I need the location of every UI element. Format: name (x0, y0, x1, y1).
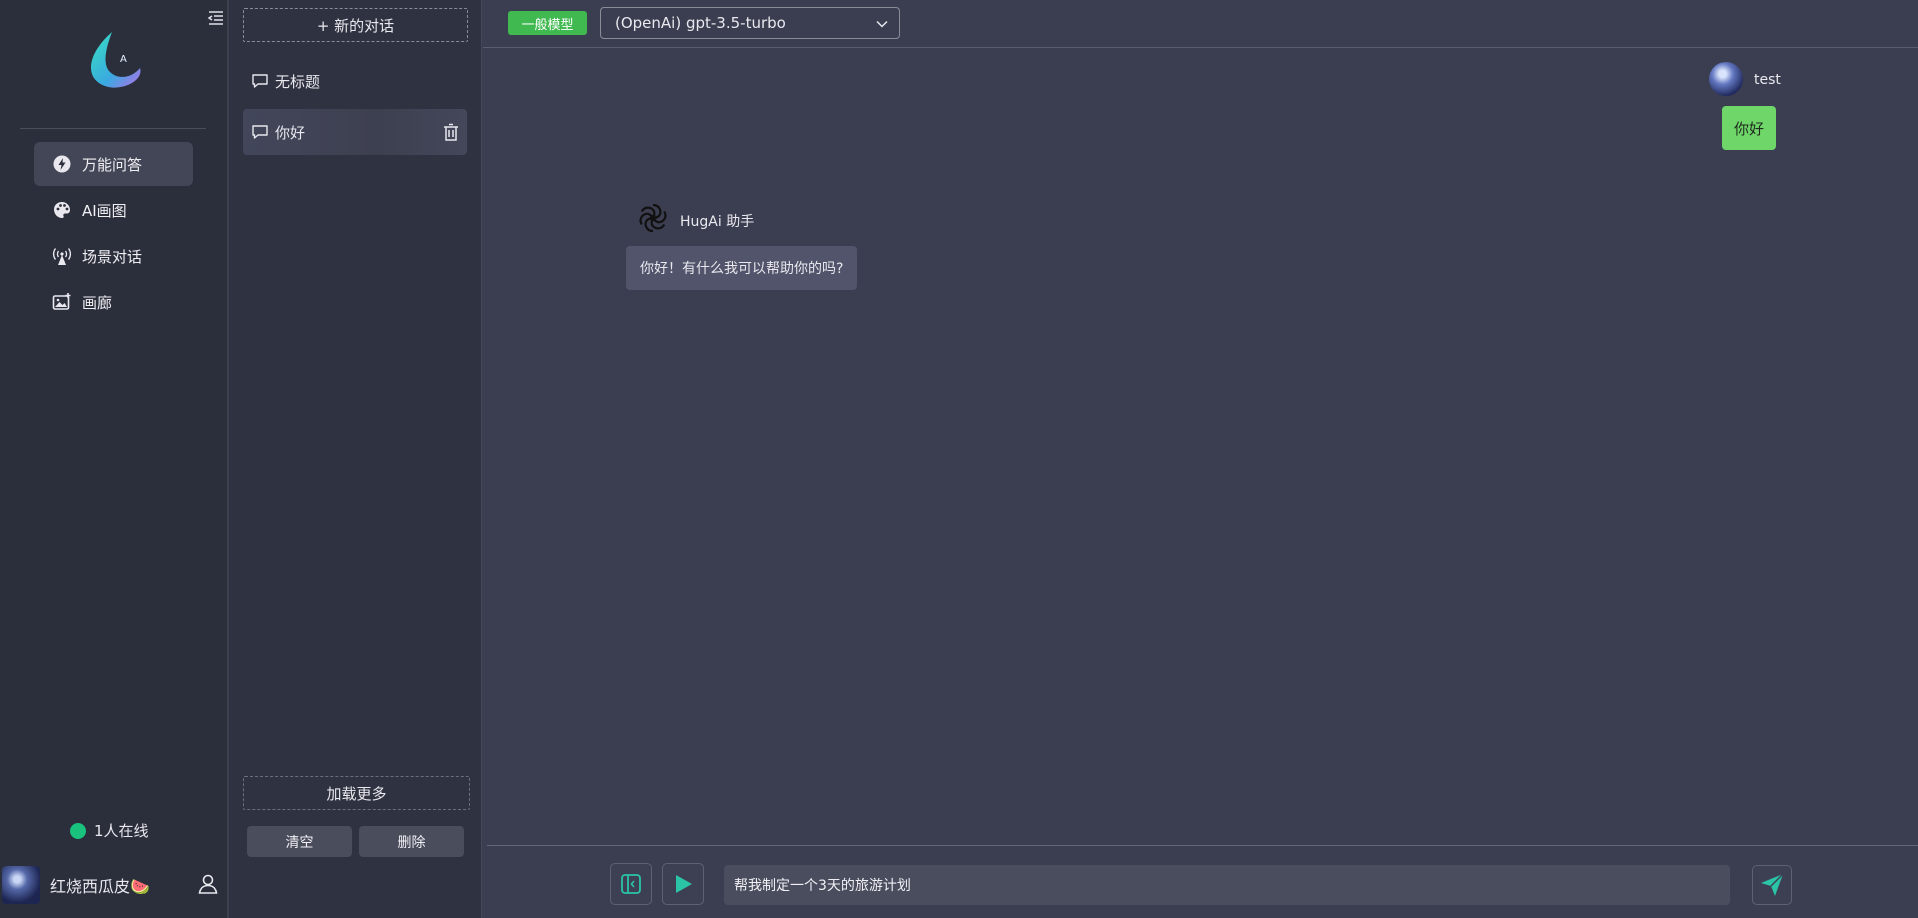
divider (20, 128, 206, 129)
online-status: 1人在线 (70, 820, 149, 841)
delete-button[interactable]: 删除 (359, 826, 464, 857)
conversation-title: 你好 (275, 123, 306, 142)
user-chat-avatar (1709, 62, 1743, 96)
message-author: test (1754, 72, 1781, 88)
online-dot-icon (70, 822, 86, 839)
toggle-sidebar-button[interactable] (610, 863, 652, 905)
divider (487, 845, 1918, 846)
nav-item-scene-chat[interactable]: 场景对话 (34, 234, 193, 278)
play-icon (676, 875, 692, 893)
nav-item-gallery[interactable]: 画廊 (34, 280, 193, 324)
openai-logo-icon (639, 203, 667, 233)
prompt-input[interactable]: 帮我制定一个3天的旅游计划 (724, 865, 1730, 905)
panel-toggle-icon (621, 874, 641, 894)
message-icon (252, 74, 268, 88)
conversation-item[interactable]: 无标题 (243, 58, 467, 104)
svg-text:A: A (120, 54, 127, 65)
model-select-value: (OpenAi) gpt-3.5-turbo (615, 14, 786, 32)
nav-item-label: 画廊 (82, 293, 113, 312)
continue-button[interactable] (662, 863, 704, 905)
avatar[interactable] (2, 866, 40, 904)
conversation-item[interactable]: 你好 (243, 109, 467, 155)
nav-item-label: 万能问答 (82, 155, 143, 174)
collapse-menu-icon[interactable] (206, 8, 226, 28)
model-type-badge[interactable]: 一般模型 (508, 11, 587, 35)
palette-icon (54, 202, 70, 218)
assistant-message-bubble: 你好！有什么我可以帮助你的吗? (626, 246, 858, 290)
nav-item-label: AI画图 (82, 201, 127, 220)
conversation-title: 无标题 (275, 72, 321, 91)
gallery-icon (52, 293, 71, 310)
broadcast-tower-icon (53, 248, 71, 265)
current-user: 红烧西瓜皮🍉 (0, 862, 228, 908)
nav-item-ai-drawing[interactable]: AI画图 (34, 188, 193, 232)
user-name: 红烧西瓜皮🍉 (50, 877, 150, 896)
chat-header: 一般模型 (OpenAi) gpt-3.5-turbo (483, 0, 1918, 48)
app-logo: A (90, 32, 141, 88)
send-icon (1761, 873, 1784, 896)
chevron-down-icon (876, 20, 888, 28)
user-profile-icon[interactable] (196, 872, 220, 896)
conversation-panel: + 新的对话 无标题 你好 加载更多 清空 删除 (229, 0, 482, 918)
message-icon (252, 125, 268, 139)
model-select[interactable]: (OpenAi) gpt-3.5-turbo (600, 7, 900, 39)
send-button[interactable] (1752, 865, 1792, 905)
nav-item-label: 场景对话 (82, 247, 143, 266)
nav-item-qa[interactable]: 万能问答 (34, 142, 193, 186)
message-author: HugAi 助手 (680, 214, 755, 230)
clear-button[interactable]: 清空 (247, 826, 352, 857)
load-more-button[interactable]: 加载更多 (243, 776, 470, 810)
main-sidebar: A 万能问答 AI画图 场景对话 画廊 1人在线 红烧西瓜皮🍉 (0, 0, 228, 918)
user-message-bubble: 你好 (1722, 106, 1776, 150)
flash-chat-icon (53, 155, 71, 173)
online-count: 1人在线 (94, 822, 149, 840)
trash-icon[interactable] (441, 122, 461, 142)
new-chat-button[interactable]: + 新的对话 (243, 8, 468, 42)
